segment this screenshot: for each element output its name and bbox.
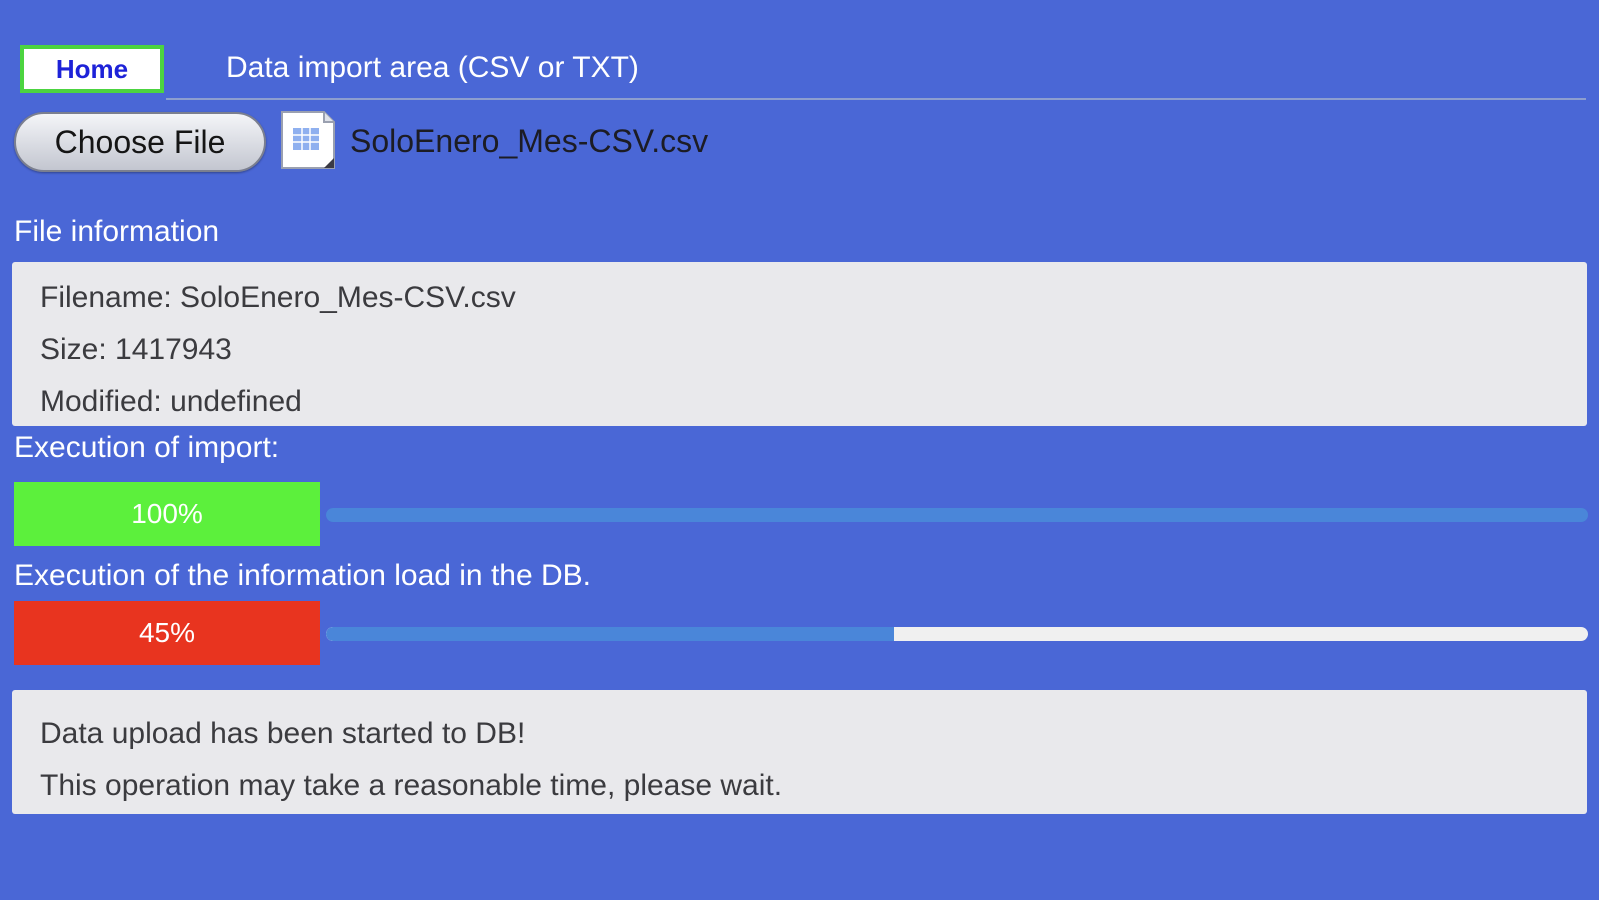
db-progress-bar (326, 627, 1588, 641)
choose-file-button[interactable]: Choose File (14, 112, 266, 172)
import-page: Home Data import area (CSV or TXT) Choos… (0, 0, 1599, 900)
area-title: Data import area (CSV or TXT) (226, 51, 639, 84)
db-progress-percent: 45% (14, 601, 320, 665)
header-divider (166, 98, 1586, 100)
spreadsheet-file-icon (280, 110, 336, 170)
filename-line: Filename: SoloEnero_Mes-CSV.csv (40, 281, 516, 314)
import-progress-percent: 100% (14, 482, 320, 546)
import-progress-bar (326, 508, 1588, 522)
status-line-2: This operation may take a reasonable tim… (40, 769, 783, 802)
import-progress-fill (326, 508, 1588, 522)
modified-line: Modified: undefined (40, 385, 302, 418)
chosen-file-name: SoloEnero_Mes-CSV.csv (350, 123, 709, 159)
file-info-title: File information (14, 215, 220, 248)
import-progress-label: Execution of import: (14, 431, 280, 464)
status-line-1: Data upload has been started to DB! (40, 717, 526, 750)
file-info-box: Filename: SoloEnero_Mes-CSV.csv Size: 14… (12, 262, 1587, 426)
size-line: Size: 1417943 (40, 333, 232, 366)
db-progress-label: Execution of the information load in the… (14, 559, 592, 592)
db-progress-fill (326, 627, 894, 641)
status-message-box: Data upload has been started to DB! This… (12, 690, 1587, 814)
home-button[interactable]: Home (20, 45, 164, 93)
